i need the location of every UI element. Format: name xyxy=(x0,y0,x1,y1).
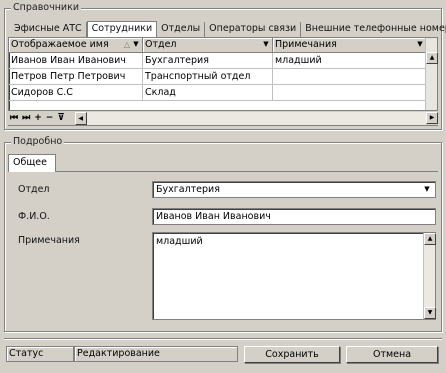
fio-value: Иванов Иван Иванович xyxy=(156,211,271,222)
grid-header: Отображаемое имя △ ▼ Отдел ▼ Примечания … xyxy=(9,38,437,53)
detail-group-title: Подробно xyxy=(11,136,65,147)
table-cell[interactable]: Петров Петр Петрович xyxy=(9,69,143,85)
chevron-down-icon[interactable]: ▼ xyxy=(421,183,433,196)
column-header-label: Примечания xyxy=(275,39,337,50)
table-cell[interactable]: младший xyxy=(273,53,427,69)
reference-group-title: Справочники xyxy=(11,2,82,13)
horizontal-scroll-track[interactable] xyxy=(86,111,426,125)
tab-departments[interactable]: Отделы xyxy=(157,22,206,37)
department-label: Отдел xyxy=(18,184,50,195)
column-header-label: Отдел xyxy=(145,39,177,50)
sort-asc-icon: △ xyxy=(123,40,130,49)
tab-operators[interactable]: Операторы связи xyxy=(205,22,302,37)
table-cell[interactable]: Сидоров С.С xyxy=(9,85,143,101)
grid-navigator: ⏮ ⏭ + − ⊽ ◀ ▶ xyxy=(8,110,438,125)
cancel-button[interactable]: Отмена xyxy=(346,346,438,363)
delete-record-icon[interactable]: − xyxy=(44,112,56,125)
notes-value: младший xyxy=(156,236,203,247)
fio-field[interactable]: Иванов Иван Иванович xyxy=(152,208,436,225)
table-row[interactable]: Иванов Иван Иванович Бухгалтерия младший xyxy=(9,53,437,69)
scroll-up-icon[interactable]: ▲ xyxy=(426,52,438,64)
last-record-icon[interactable]: ⏭ xyxy=(20,112,32,125)
first-record-icon[interactable]: ⏮ xyxy=(8,112,20,125)
table-row[interactable]: Сидоров С.С Склад xyxy=(9,85,437,101)
save-button[interactable]: Сохранить xyxy=(244,346,340,363)
table-cell[interactable]: Бухгалтерия xyxy=(143,53,273,69)
tab-pbx[interactable]: Эфисные АТС xyxy=(10,22,87,37)
scroll-up-icon[interactable]: ▲ xyxy=(424,233,436,245)
notes-scrollbar[interactable]: ▲ ▼ xyxy=(423,233,436,319)
notes-textarea[interactable]: младший ▲ ▼ xyxy=(152,232,436,320)
tab-external-numbers[interactable]: Внешние телефонные номера xyxy=(301,22,446,37)
fio-label: Ф.И.О. xyxy=(18,211,50,222)
column-header-label: Отображаемое имя xyxy=(11,39,109,50)
scroll-left-icon[interactable]: ◀ xyxy=(74,111,87,125)
scroll-right-icon[interactable]: ▶ xyxy=(426,112,438,124)
footer-divider xyxy=(4,338,442,340)
department-select[interactable]: Бухгалтерия ▼ xyxy=(152,181,436,198)
chevron-down-icon[interactable]: ▼ xyxy=(415,39,425,50)
table-cell[interactable] xyxy=(273,85,427,101)
tab-general[interactable]: Общее xyxy=(8,154,56,172)
tab-employees[interactable]: Сотрудники xyxy=(86,21,158,37)
notes-label: Примечания xyxy=(18,235,80,246)
filter-icon[interactable]: ⊽ xyxy=(55,112,66,125)
chevron-down-icon[interactable]: ▼ xyxy=(261,39,271,50)
scroll-down-icon[interactable]: ▼ xyxy=(424,307,436,319)
column-header-display-name[interactable]: Отображаемое имя △ ▼ xyxy=(9,38,143,53)
status-value: Редактирование xyxy=(74,346,238,362)
table-cell[interactable]: Транспортный отдел xyxy=(143,69,273,85)
add-record-icon[interactable]: + xyxy=(32,112,44,125)
table-cell[interactable]: Склад xyxy=(143,85,273,101)
reference-tabs: Эфисные АТС Сотрудники Отделы Операторы … xyxy=(10,21,446,37)
chevron-down-icon[interactable]: ▼ xyxy=(131,39,141,50)
department-value: Бухгалтерия xyxy=(156,184,220,195)
table-cell[interactable] xyxy=(273,69,427,85)
status-label: Статус xyxy=(6,346,74,362)
column-header-department[interactable]: Отдел ▼ xyxy=(143,38,273,53)
table-cell[interactable]: Иванов Иван Иванович xyxy=(9,53,143,69)
table-row[interactable]: Петров Петр Петрович Транспортный отдел xyxy=(9,69,437,85)
column-header-notes[interactable]: Примечания ▼ xyxy=(273,38,427,53)
